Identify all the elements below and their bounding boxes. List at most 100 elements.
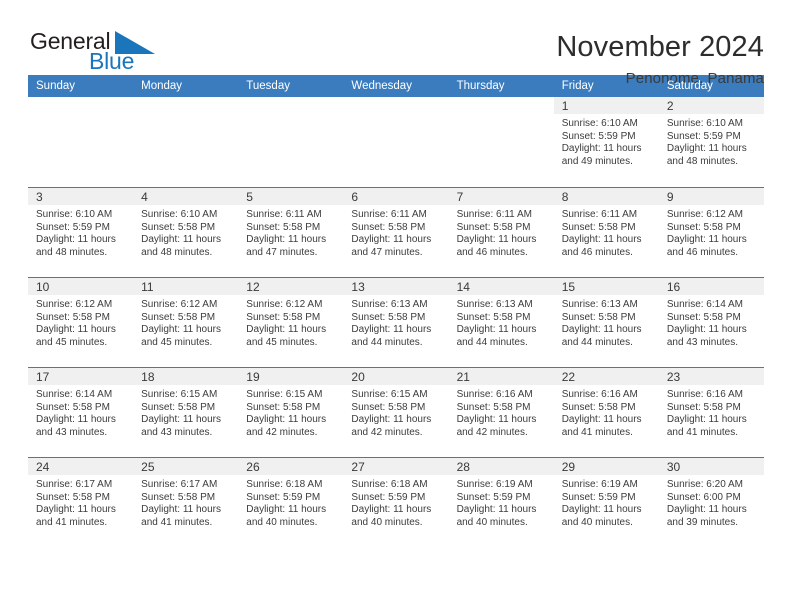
sunrise-text: Sunrise: 6:12 AM [666, 209, 743, 220]
day-cell[interactable]: 10 Sunrise: 6:12 AM Sunset: 5:58 PM Dayl… [28, 278, 134, 367]
daylight-text-line1: Daylight: 11 hours [141, 504, 221, 516]
day-cell[interactable]: 8 Sunrise: 6:11 AM Sunset: 5:58 PM Dayli… [553, 188, 659, 277]
day-cell[interactable]: 27 Sunrise: 6:18 AM Sunset: 5:59 PM Dayl… [343, 458, 449, 547]
daylight-text-line2: and 42 minutes. [351, 426, 423, 438]
day-cell[interactable]: 26 Sunrise: 6:18 AM Sunset: 5:59 PM Dayl… [238, 458, 344, 547]
day-cell[interactable]: 4 Sunrise: 6:10 AM Sunset: 5:58 PM Dayli… [133, 188, 239, 277]
week-row: 3 Sunrise: 6:10 AM Sunset: 5:59 PM Dayli… [28, 187, 764, 277]
day-cell[interactable]: 13 Sunrise: 6:13 AM Sunset: 5:58 PM Dayl… [343, 278, 449, 367]
day-number-band: 3 [28, 188, 134, 205]
daylight-text-line1: Daylight: 11 hours [666, 414, 747, 426]
day-cell[interactable]: 22 Sunrise: 6:16 AM Sunset: 5:58 PM Dayl… [553, 368, 659, 457]
day-number-band: 12 [238, 278, 344, 295]
day-cell[interactable]: 14 Sunrise: 6:13 AM Sunset: 5:58 PM Dayl… [448, 278, 554, 367]
sunset-text: Sunset: 5:58 PM [246, 311, 321, 323]
day-cell[interactable]: 25 Sunrise: 6:17 AM Sunset: 5:58 PM Dayl… [133, 458, 239, 547]
day-number: 10 [36, 279, 50, 294]
day-info: Sunrise: 6:10 AM Sunset: 5:59 PM Dayligh… [28, 205, 133, 259]
day-cell[interactable]: 12 Sunrise: 6:12 AM Sunset: 5:58 PM Dayl… [238, 278, 344, 367]
day-number: 1 [561, 98, 569, 113]
day-cell[interactable]: 17 Sunrise: 6:14 AM Sunset: 5:58 PM Dayl… [28, 368, 134, 457]
day-cell[interactable]: 20 Sunrise: 6:15 AM Sunset: 5:58 PM Dayl… [343, 368, 449, 457]
day-number: 17 [36, 369, 50, 384]
day-number: 22 [561, 369, 576, 384]
sunrise-text: Sunrise: 6:19 AM [561, 479, 638, 490]
day-cell[interactable]: 5 Sunrise: 6:11 AM Sunset: 5:58 PM Dayli… [238, 188, 344, 277]
logo-text-blue: Blue [89, 48, 135, 74]
sunset-text: Sunset: 5:58 PM [246, 401, 321, 413]
day-cell[interactable]: 19 Sunrise: 6:15 AM Sunset: 5:58 PM Dayl… [238, 368, 344, 457]
sunset-text: Sunset: 5:58 PM [36, 491, 110, 503]
sunset-text: Sunset: 5:58 PM [351, 221, 426, 233]
sunrise-text: Sunrise: 6:16 AM [456, 389, 533, 400]
day-number: 2 [666, 98, 674, 113]
day-cell[interactable] [448, 97, 554, 187]
day-cell[interactable] [133, 97, 239, 187]
day-cell[interactable]: 9 Sunrise: 6:12 AM Sunset: 5:58 PM Dayli… [658, 188, 764, 277]
day-cell[interactable]: 24 Sunrise: 6:17 AM Sunset: 5:58 PM Dayl… [28, 458, 134, 547]
day-cell[interactable]: 16 Sunrise: 6:14 AM Sunset: 5:58 PM Dayl… [658, 278, 764, 367]
day-info: Sunrise: 6:15 AM Sunset: 5:58 PM Dayligh… [343, 385, 448, 439]
day-cell[interactable]: 21 Sunrise: 6:16 AM Sunset: 5:58 PM Dayl… [448, 368, 554, 457]
day-cell[interactable] [28, 97, 134, 187]
day-cell[interactable]: 11 Sunrise: 6:12 AM Sunset: 5:58 PM Dayl… [133, 278, 239, 367]
day-info: Sunrise: 6:11 AM Sunset: 5:58 PM Dayligh… [343, 205, 448, 259]
sunset-text: Sunset: 5:58 PM [666, 401, 741, 413]
day-cell[interactable]: 18 Sunrise: 6:15 AM Sunset: 5:58 PM Dayl… [133, 368, 239, 457]
week-row: 24 Sunrise: 6:17 AM Sunset: 5:58 PM Dayl… [28, 457, 764, 547]
day-number-band: 19 [238, 368, 344, 385]
daylight-text-line1: Daylight: 11 hours [456, 234, 537, 246]
day-info: Sunrise: 6:10 AM Sunset: 5:58 PM Dayligh… [133, 205, 238, 259]
sunrise-text: Sunrise: 6:11 AM [456, 209, 532, 220]
day-info: Sunrise: 6:20 AM Sunset: 6:00 PM Dayligh… [659, 475, 764, 529]
sunset-text: Sunset: 5:58 PM [141, 491, 216, 503]
day-info [28, 114, 133, 118]
day-cell[interactable]: 30 Sunrise: 6:20 AM Sunset: 6:00 PM Dayl… [658, 458, 764, 547]
day-info: Sunrise: 6:19 AM Sunset: 5:59 PM Dayligh… [554, 475, 659, 529]
day-cell[interactable] [238, 97, 344, 187]
day-info: Sunrise: 6:17 AM Sunset: 5:58 PM Dayligh… [133, 475, 238, 529]
sunset-text: Sunset: 5:58 PM [666, 221, 741, 233]
sunset-text: Sunset: 5:59 PM [561, 491, 636, 503]
day-number: 28 [456, 459, 470, 474]
day-cell[interactable]: 23 Sunrise: 6:16 AM Sunset: 5:58 PM Dayl… [658, 368, 764, 457]
sunrise-text: Sunrise: 6:12 AM [141, 299, 218, 310]
day-cell[interactable]: 29 Sunrise: 6:19 AM Sunset: 5:59 PM Dayl… [553, 458, 659, 547]
daylight-text-line1: Daylight: 11 hours [456, 324, 537, 336]
weekday-header-sunday: Sunday [36, 80, 76, 92]
day-number-band [343, 97, 449, 114]
day-cell[interactable]: 2 Sunrise: 6:10 AM Sunset: 5:59 PM Dayli… [658, 97, 764, 187]
sunrise-text: Sunrise: 6:20 AM [666, 479, 743, 490]
sunset-text: Sunset: 5:58 PM [36, 311, 110, 323]
day-cell[interactable]: 3 Sunrise: 6:10 AM Sunset: 5:59 PM Dayli… [28, 188, 134, 277]
day-number: 25 [141, 459, 155, 474]
day-number: 6 [351, 189, 359, 204]
day-number-band: 25 [133, 458, 239, 475]
daylight-text-line1: Daylight: 11 hours [246, 414, 327, 426]
daylight-text-line2: and 46 minutes. [456, 246, 528, 258]
general-blue-logo[interactable]: General Blue [30, 28, 155, 76]
day-number-band: 16 [658, 278, 764, 295]
daylight-text-line2: and 43 minutes. [141, 426, 213, 438]
week-row: 1 Sunrise: 6:10 AM Sunset: 5:59 PM Dayli… [28, 97, 764, 187]
sunset-text: Sunset: 5:58 PM [561, 401, 636, 413]
sunrise-text: Sunrise: 6:11 AM [246, 209, 322, 220]
day-number-band: 27 [343, 458, 449, 475]
day-number-band: 11 [133, 278, 239, 295]
day-number: 8 [561, 189, 569, 204]
day-cell[interactable]: 7 Sunrise: 6:11 AM Sunset: 5:58 PM Dayli… [448, 188, 554, 277]
day-number-band: 23 [658, 368, 764, 385]
daylight-text-line1: Daylight: 11 hours [561, 143, 642, 155]
daylight-text-line1: Daylight: 11 hours [561, 234, 642, 246]
day-cell[interactable]: 28 Sunrise: 6:19 AM Sunset: 5:59 PM Dayl… [448, 458, 554, 547]
day-cell[interactable]: 6 Sunrise: 6:11 AM Sunset: 5:58 PM Dayli… [343, 188, 449, 277]
day-number: 13 [351, 279, 365, 294]
day-number: 14 [456, 279, 470, 294]
sunrise-text: Sunrise: 6:15 AM [246, 389, 323, 400]
day-number: 11 [141, 279, 154, 294]
day-cell[interactable]: 15 Sunrise: 6:13 AM Sunset: 5:58 PM Dayl… [553, 278, 659, 367]
daylight-text-line1: Daylight: 11 hours [246, 324, 327, 336]
day-cell[interactable] [343, 97, 449, 187]
daylight-text-line1: Daylight: 11 hours [351, 414, 432, 426]
day-cell[interactable]: 1 Sunrise: 6:10 AM Sunset: 5:59 PM Dayli… [553, 97, 659, 187]
